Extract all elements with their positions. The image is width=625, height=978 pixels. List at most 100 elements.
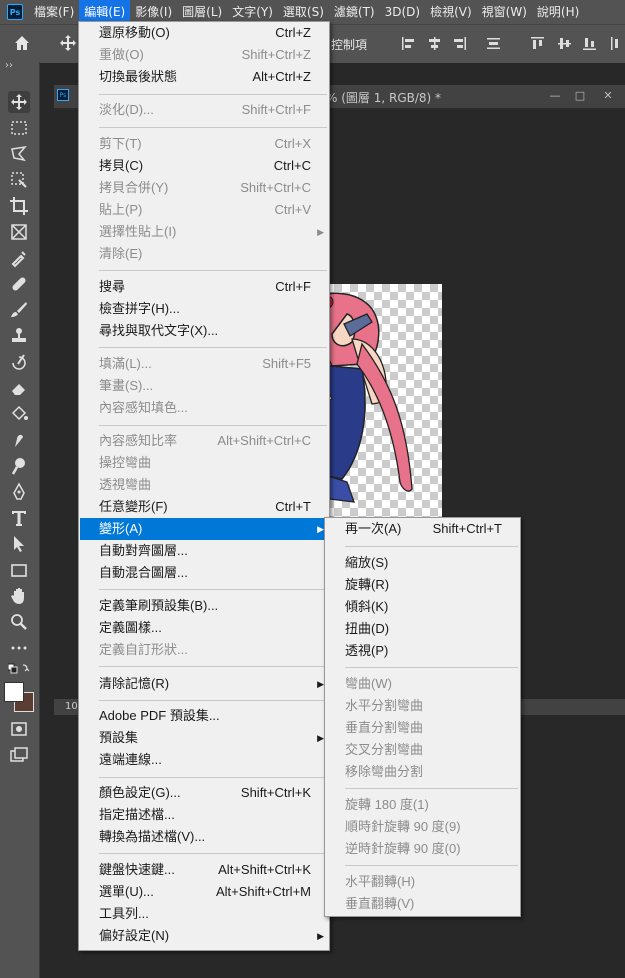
menu-item-define-custom-shape[interactable]: 定義自訂形狀... bbox=[80, 639, 328, 661]
menu-item-convert-to-profile[interactable]: 轉換為描述檔(V)... bbox=[80, 826, 328, 848]
marquee-tool-icon[interactable] bbox=[8, 117, 30, 139]
dodge-tool-icon[interactable] bbox=[8, 455, 30, 477]
menu-item-find-replace[interactable]: 尋找與取代文字(X)... bbox=[80, 320, 328, 342]
submenu-item-skew[interactable]: 傾斜(K) bbox=[326, 596, 519, 618]
show-transform-controls-label[interactable]: 控制項 bbox=[331, 36, 367, 53]
type-tool-icon[interactable] bbox=[8, 507, 30, 529]
submenu-item-split-warp-horizontal[interactable]: 水平分割彎曲 bbox=[326, 695, 519, 717]
menu-item-fill[interactable]: 填滿(L)... Shift+F5 bbox=[80, 353, 328, 375]
foreground-color-swatch[interactable] bbox=[4, 682, 24, 702]
menu-item-cut[interactable]: 剪下(T) Ctrl+X bbox=[80, 133, 328, 155]
move-tool-option-icon[interactable] bbox=[58, 33, 78, 53]
smudge-tool-icon[interactable] bbox=[8, 429, 30, 451]
menu-item-keyboard-shortcuts[interactable]: 鍵盤快速鍵... Alt+Shift+Ctrl+K bbox=[80, 859, 328, 881]
zoom-tool-icon[interactable] bbox=[8, 611, 30, 633]
brush-tool-icon[interactable] bbox=[8, 299, 30, 321]
pen-tool-icon[interactable] bbox=[8, 481, 30, 503]
submenu-item-rotate-90-cw[interactable]: 順時針旋轉 90 度(9) bbox=[326, 816, 519, 838]
menu-item-presets[interactable]: 預設集 ▶ bbox=[80, 727, 328, 749]
menu-filter[interactable]: 濾鏡(T) bbox=[329, 0, 380, 24]
submenu-item-rotate[interactable]: 旋轉(R) bbox=[326, 574, 519, 596]
menu-item-stroke[interactable]: 筆畫(S)... bbox=[80, 375, 328, 397]
menu-item-puppet-warp[interactable]: 操控彎曲 bbox=[80, 452, 328, 474]
clone-stamp-tool-icon[interactable] bbox=[8, 325, 30, 347]
submenu-item-again[interactable]: 再一次(A) Shift+Ctrl+T bbox=[326, 518, 519, 540]
paint-bucket-tool-icon[interactable] bbox=[8, 403, 30, 425]
submenu-item-rotate-90-ccw[interactable]: 逆時針旋轉 90 度(0) bbox=[326, 838, 519, 860]
eyedropper-tool-icon[interactable] bbox=[8, 247, 30, 269]
distribute-vertical-icon[interactable] bbox=[486, 36, 501, 51]
align-middle-vertical-icon[interactable] bbox=[557, 36, 572, 51]
menu-item-content-aware-fill[interactable]: 內容感知填色... bbox=[80, 397, 328, 419]
submenu-item-rotate-180[interactable]: 旋轉 180 度(1) bbox=[326, 794, 519, 816]
menu-3d[interactable]: 3D(D) bbox=[380, 0, 425, 24]
menu-item-define-pattern[interactable]: 定義圖樣... bbox=[80, 617, 328, 639]
menu-item-copy[interactable]: 拷貝(C) Ctrl+C bbox=[80, 155, 328, 177]
eraser-tool-icon[interactable] bbox=[8, 377, 30, 399]
submenu-item-split-warp-vertical[interactable]: 垂直分割彎曲 bbox=[326, 717, 519, 739]
submenu-item-remove-warp-split[interactable]: 移除彎曲分割 bbox=[326, 761, 519, 783]
color-swatches-icon[interactable] bbox=[4, 682, 34, 712]
menu-item-content-aware-scale[interactable]: 內容感知比率 Alt+Shift+Ctrl+C bbox=[80, 430, 328, 452]
menu-item-auto-align-layers[interactable]: 自動對齊圖層... bbox=[80, 540, 328, 562]
menu-item-auto-blend-layers[interactable]: 自動混合圖層... bbox=[80, 562, 328, 584]
screen-mode-icon[interactable] bbox=[8, 744, 30, 766]
menu-item-perspective-warp[interactable]: 透視彎曲 bbox=[80, 474, 328, 496]
submenu-item-perspective[interactable]: 透視(P) bbox=[326, 640, 519, 662]
menu-item-menus[interactable]: 選單(U)... Alt+Shift+Ctrl+M bbox=[80, 881, 328, 903]
quick-mask-icon[interactable] bbox=[8, 718, 30, 740]
default-colors-icon[interactable] bbox=[7, 662, 30, 676]
align-center-horizontal-icon[interactable] bbox=[427, 36, 442, 51]
menu-item-free-transform[interactable]: 任意變形(F) Ctrl+T bbox=[80, 496, 328, 518]
menu-help[interactable]: 說明(H) bbox=[532, 0, 584, 24]
menu-view[interactable]: 檢視(V) bbox=[425, 0, 477, 24]
path-selection-tool-icon[interactable] bbox=[8, 533, 30, 555]
menu-item-toolbar[interactable]: 工具列... bbox=[80, 903, 328, 925]
home-icon[interactable] bbox=[12, 33, 32, 53]
menu-file[interactable]: 檔案(F) bbox=[29, 0, 79, 24]
menu-item-adobe-pdf-presets[interactable]: Adobe PDF 預設集... bbox=[80, 705, 328, 727]
submenu-item-scale[interactable]: 縮放(S) bbox=[326, 552, 519, 574]
menu-item-color-settings[interactable]: 顏色設定(G)... Shift+Ctrl+K bbox=[80, 782, 328, 804]
menu-item-check-spelling[interactable]: 檢查拼字(H)... bbox=[80, 298, 328, 320]
minimize-icon[interactable]: — bbox=[549, 90, 561, 102]
history-brush-tool-icon[interactable] bbox=[8, 351, 30, 373]
align-right-icon[interactable] bbox=[452, 36, 467, 51]
crop-tool-icon[interactable] bbox=[8, 195, 30, 217]
menu-item-define-brush-preset[interactable]: 定義筆刷預設集(B)... bbox=[80, 595, 328, 617]
submenu-item-split-warp-crosswise[interactable]: 交叉分割彎曲 bbox=[326, 739, 519, 761]
menu-item-toggle-last-state[interactable]: 切換最後狀態 Alt+Ctrl+Z bbox=[80, 66, 328, 88]
align-top-icon[interactable] bbox=[530, 36, 545, 51]
menu-item-assign-profile[interactable]: 指定描述檔... bbox=[80, 804, 328, 826]
maximize-icon[interactable]: □ bbox=[574, 90, 586, 102]
menu-item-paste-special[interactable]: 選擇性貼上(I) ▶ bbox=[80, 221, 328, 243]
menu-item-remote-connections[interactable]: 遠端連線... bbox=[80, 749, 328, 771]
collapse-toolbar-icon[interactable]: ›› bbox=[5, 60, 13, 71]
submenu-item-distort[interactable]: 扭曲(D) bbox=[326, 618, 519, 640]
frame-tool-icon[interactable] bbox=[8, 221, 30, 243]
more-tools-icon[interactable] bbox=[8, 637, 30, 659]
menu-window[interactable]: 視窗(W) bbox=[477, 0, 532, 24]
menu-item-fade[interactable]: 淡化(D)... Shift+Ctrl+F bbox=[80, 99, 328, 121]
object-selection-tool-icon[interactable] bbox=[8, 169, 30, 191]
healing-brush-tool-icon[interactable] bbox=[8, 273, 30, 295]
menu-item-search[interactable]: 搜尋 Ctrl+F bbox=[80, 276, 328, 298]
submenu-item-flip-horizontal[interactable]: 水平翻轉(H) bbox=[326, 871, 519, 893]
move-tool-icon[interactable] bbox=[8, 91, 30, 113]
hand-tool-icon[interactable] bbox=[8, 585, 30, 607]
lasso-tool-icon[interactable] bbox=[8, 143, 30, 165]
menu-item-purge[interactable]: 清除記憶(R) ▶ bbox=[80, 673, 328, 695]
align-left-icon[interactable] bbox=[401, 36, 416, 51]
rectangle-tool-icon[interactable] bbox=[8, 559, 30, 581]
align-bottom-icon[interactable] bbox=[582, 36, 597, 51]
menu-item-transform[interactable]: 變形(A) ▶ bbox=[80, 518, 328, 540]
menu-item-paste[interactable]: 貼上(P) Ctrl+V bbox=[80, 199, 328, 221]
menu-item-redo[interactable]: 重做(O) Shift+Ctrl+Z bbox=[80, 44, 328, 66]
distribute-horizontal-icon[interactable] bbox=[610, 36, 625, 51]
menu-item-preferences[interactable]: 偏好設定(N) ▶ bbox=[80, 925, 328, 947]
close-icon[interactable]: ✕ bbox=[602, 90, 614, 102]
menu-item-undo[interactable]: 還原移動(O) Ctrl+Z bbox=[80, 22, 328, 44]
submenu-item-warp[interactable]: 彎曲(W) bbox=[326, 673, 519, 695]
menu-item-clear[interactable]: 清除(E) bbox=[80, 243, 328, 265]
submenu-item-flip-vertical[interactable]: 垂直翻轉(V) bbox=[326, 893, 519, 915]
